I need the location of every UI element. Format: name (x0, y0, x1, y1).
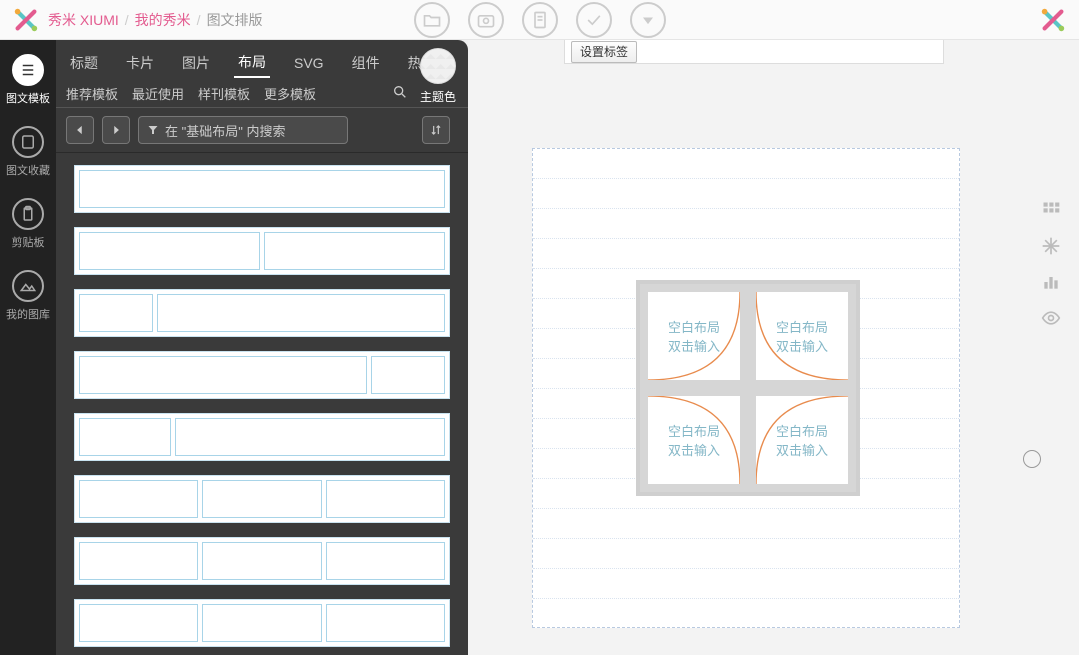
search-bar: 在 "基础布局" 内搜索 (56, 107, 468, 153)
clipboard-icon (12, 198, 44, 230)
gallery-icon (12, 270, 44, 302)
templates-icon (12, 54, 44, 86)
theme-color-button[interactable]: 主题色 (420, 48, 456, 105)
tab-card[interactable]: 卡片 (122, 49, 158, 77)
chart-icon[interactable] (1041, 272, 1061, 292)
subtab-recommend[interactable]: 推荐模板 (66, 84, 118, 103)
cell-placeholder-1: 空白布局 (668, 317, 720, 336)
layout-template-3col[interactable] (74, 475, 450, 523)
open-icon[interactable] (414, 2, 450, 38)
layout-2x2-block[interactable]: 空白布局 双击输入 空白布局 双击输入 空白布局 双击输入 空白布局 双击输入 (636, 280, 860, 496)
forward-button[interactable] (102, 116, 130, 144)
template-list[interactable] (56, 153, 468, 655)
cell-placeholder-1: 空白布局 (776, 317, 828, 336)
dropdown-icon[interactable] (630, 2, 666, 38)
canvas-area[interactable]: 设置标签 空白布局 双击输入 空白布局 双击输入 空白布局 双击输入 空白布局 … (468, 40, 1079, 655)
breadcrumb-page: 图文排版 (207, 10, 263, 30)
search-placeholder: 在 "基础布局" 内搜索 (165, 121, 285, 140)
layout-template-1col[interactable] (74, 165, 450, 213)
tab-layout[interactable]: 布局 (234, 48, 270, 78)
cell-placeholder-2: 双击输入 (668, 440, 720, 459)
layout-template-1-4[interactable] (74, 289, 450, 337)
tab-image[interactable]: 图片 (178, 49, 214, 77)
nav-favorites[interactable]: 图文收藏 (0, 118, 56, 186)
nav-templates[interactable]: 图文模板 (0, 46, 56, 114)
layout-template-2col[interactable] (74, 227, 450, 275)
label-toolbar: 设置标签 (564, 40, 944, 64)
nav-gallery-label: 我的图库 (6, 306, 50, 322)
nav-clipboard-label: 剪贴板 (12, 234, 45, 250)
subtab-recent[interactable]: 最近使用 (132, 84, 184, 103)
document-icon[interactable] (522, 2, 558, 38)
layout-cell-bl[interactable]: 空白布局 双击输入 (640, 388, 748, 492)
search-icon[interactable] (392, 84, 408, 103)
logo-icon[interactable] (12, 6, 40, 34)
header-action-group (414, 2, 666, 38)
nav-clipboard[interactable]: 剪贴板 (0, 190, 56, 258)
search-input[interactable]: 在 "基础布局" 内搜索 (138, 116, 348, 144)
layout-template-1-3[interactable] (74, 413, 450, 461)
tab-title[interactable]: 标题 (66, 49, 102, 77)
snow-icon[interactable] (1041, 236, 1061, 256)
check-icon[interactable] (576, 2, 612, 38)
filter-icon (147, 124, 159, 136)
breadcrumb: 秀米 XIUMI / 我的秀米 / 图文排版 (48, 10, 263, 30)
cell-placeholder-2: 双击输入 (776, 336, 828, 355)
theme-label: 主题色 (420, 88, 456, 105)
template-panel: 标题 卡片 图片 布局 SVG 组件 热门 主题色 推荐模板 最近使用 样刊模板… (56, 40, 468, 655)
nav-gallery[interactable]: 我的图库 (0, 262, 56, 330)
sort-button[interactable] (422, 116, 450, 144)
cursor-indicator (1023, 450, 1041, 468)
nav-favorites-label: 图文收藏 (6, 162, 50, 178)
breadcrumb-my[interactable]: 我的秀米 (135, 10, 191, 30)
cell-placeholder-2: 双击输入 (776, 440, 828, 459)
back-button[interactable] (66, 116, 94, 144)
layout-cell-tr[interactable]: 空白布局 双击输入 (748, 284, 856, 388)
tab-component[interactable]: 组件 (348, 49, 384, 77)
subtab-sample[interactable]: 样刊模板 (198, 84, 250, 103)
left-nav: 图文模板 图文收藏 剪贴板 我的图库 (0, 40, 56, 655)
favorites-icon (12, 126, 44, 158)
cell-placeholder-2: 双击输入 (668, 336, 720, 355)
cell-placeholder-1: 空白布局 (776, 421, 828, 440)
layout-template-4-1[interactable] (74, 351, 450, 399)
logo-right-icon[interactable] (1039, 6, 1067, 34)
subtab-row: 推荐模板 最近使用 样刊模板 更多模板 (56, 80, 468, 107)
app-header: 秀米 XIUMI / 我的秀米 / 图文排版 (0, 0, 1079, 40)
eye-icon[interactable] (1041, 308, 1061, 328)
camera-icon[interactable] (468, 2, 504, 38)
layout-cell-tl[interactable]: 空白布局 双击输入 (640, 284, 748, 388)
nav-templates-label: 图文模板 (6, 90, 50, 106)
tab-row: 标题 卡片 图片 布局 SVG 组件 热门 (56, 40, 468, 80)
subtab-more[interactable]: 更多模板 (264, 84, 316, 103)
cell-placeholder-1: 空白布局 (668, 421, 720, 440)
theme-swatch-icon (420, 48, 456, 84)
set-label-button[interactable]: 设置标签 (571, 41, 637, 63)
tab-svg[interactable]: SVG (290, 51, 328, 75)
layout-cell-br[interactable]: 空白布局 双击输入 (748, 388, 856, 492)
layout-template-3col-b[interactable] (74, 537, 450, 585)
canvas-tools (1041, 200, 1061, 328)
grid-icon[interactable] (1041, 200, 1061, 220)
breadcrumb-brand[interactable]: 秀米 XIUMI (48, 10, 119, 30)
layout-template-3col-c[interactable] (74, 599, 450, 647)
